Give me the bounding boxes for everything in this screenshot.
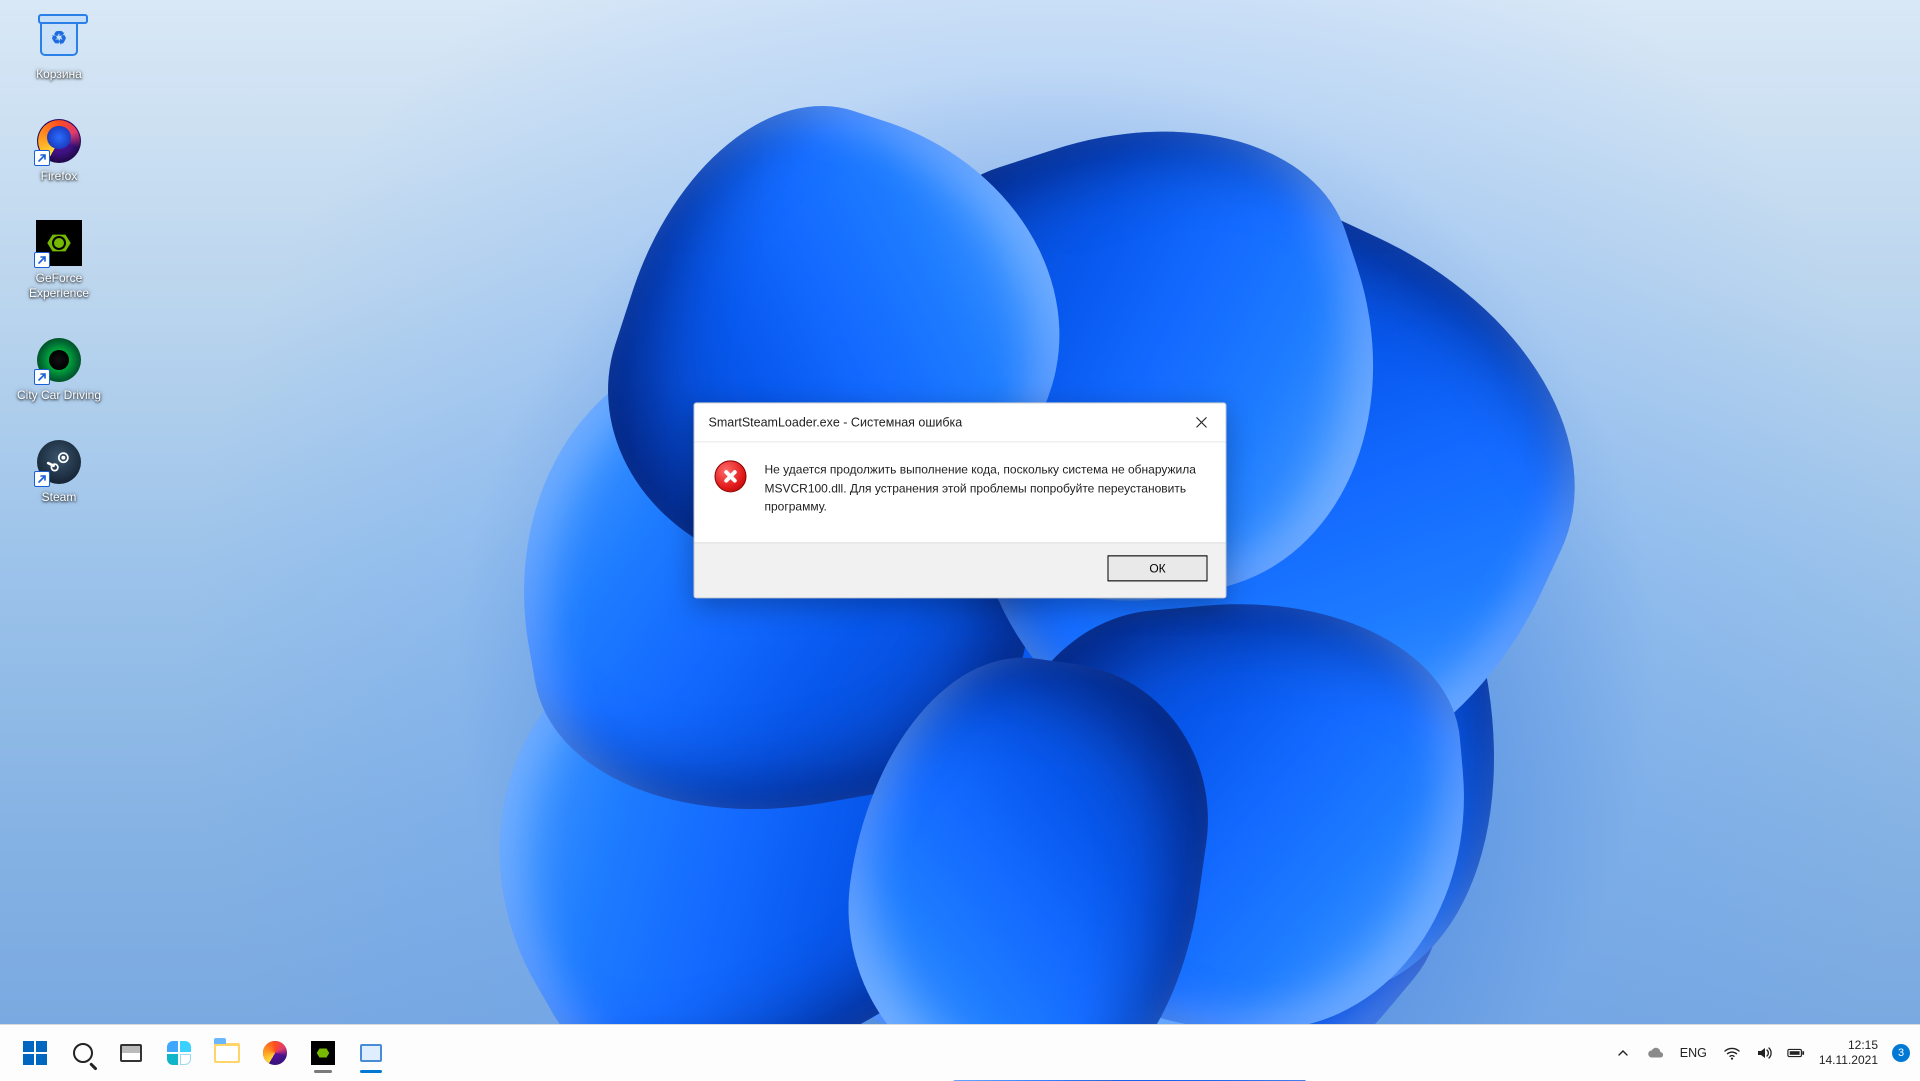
onedrive-tray-button[interactable] <box>1646 1044 1664 1062</box>
battery-icon <box>1787 1046 1805 1060</box>
clock-time: 12:15 <box>1819 1038 1878 1053</box>
speaker-icon <box>1755 1044 1773 1062</box>
wifi-tray-button[interactable] <box>1723 1044 1741 1062</box>
dialog-title-text: SmartSteamLoader.exe - Системная ошибка <box>709 415 963 429</box>
desktop-icons: ♻ Корзина Firefox GeForce Exper <box>14 10 114 535</box>
task-view-button[interactable] <box>109 1031 153 1075</box>
desktop-icon-city-car-driving[interactable]: City Car Driving <box>14 331 104 411</box>
desktop-icon-label: Steam <box>42 490 77 505</box>
folder-icon <box>214 1043 240 1063</box>
search-button[interactable] <box>61 1031 105 1075</box>
volume-tray-button[interactable] <box>1755 1044 1773 1062</box>
shortcut-arrow-icon <box>34 471 50 487</box>
error-dialog: SmartSteamLoader.exe - Системная ошибка … <box>694 402 1227 598</box>
desktop-icon-recycle-bin[interactable]: ♻ Корзина <box>14 10 104 90</box>
start-button[interactable] <box>13 1031 57 1075</box>
taskbar-clock[interactable]: 12:15 14.11.2021 <box>1819 1038 1878 1068</box>
geforce-taskbar-button[interactable] <box>301 1031 345 1075</box>
taskbar-pinned-apps <box>13 1025 393 1081</box>
dialog-footer: ОК <box>695 542 1226 597</box>
desktop-icon-label: Firefox <box>41 169 78 184</box>
shortcut-arrow-icon <box>34 150 50 166</box>
desktop[interactable]: ♻ Корзина Firefox GeForce Exper <box>0 0 1920 1024</box>
window-icon <box>360 1044 382 1062</box>
dialog-message: Не удается продолжить выполнение кода, п… <box>765 460 1202 516</box>
taskbar: ENG 12:15 14.11.2021 3 <box>0 1024 1920 1080</box>
system-tray: ENG 12:15 14.11.2021 3 <box>1614 1025 1910 1081</box>
language-indicator[interactable]: ENG <box>1678 1042 1709 1064</box>
shortcut-arrow-icon <box>34 369 50 385</box>
desktop-icon-geforce-experience[interactable]: GeForce Experience <box>14 214 104 309</box>
notifications-count: 3 <box>1898 1047 1904 1059</box>
file-explorer-button[interactable] <box>205 1031 249 1075</box>
desktop-icon-label: City Car Driving <box>17 388 101 403</box>
widgets-button[interactable] <box>157 1031 201 1075</box>
chevron-up-icon <box>1616 1046 1630 1060</box>
desktop-icon-label: Корзина <box>36 67 82 82</box>
cloud-icon <box>1646 1046 1664 1060</box>
recycle-bin-icon: ♻ <box>40 22 78 56</box>
dialog-body: Не удается продолжить выполнение кода, п… <box>695 441 1226 542</box>
task-view-icon <box>120 1044 142 1062</box>
tray-overflow-button[interactable] <box>1614 1044 1632 1062</box>
dialog-titlebar[interactable]: SmartSteamLoader.exe - Системная ошибка <box>695 403 1226 441</box>
widgets-icon <box>167 1041 191 1065</box>
nvidia-icon <box>311 1041 335 1065</box>
search-icon <box>73 1043 93 1063</box>
windows-logo-icon <box>23 1041 47 1065</box>
running-app-button[interactable] <box>349 1031 393 1075</box>
battery-tray-button[interactable] <box>1787 1044 1805 1062</box>
firefox-icon <box>263 1041 287 1065</box>
wifi-icon <box>1723 1044 1741 1062</box>
desktop-icon-steam[interactable]: Steam <box>14 433 104 513</box>
desktop-icon-firefox[interactable]: Firefox <box>14 112 104 192</box>
desktop-icon-label: GeForce Experience <box>15 271 103 301</box>
clock-date: 14.11.2021 <box>1819 1053 1878 1068</box>
dialog-ok-button[interactable]: ОК <box>1108 555 1208 581</box>
firefox-taskbar-button[interactable] <box>253 1031 297 1075</box>
close-icon <box>1196 416 1208 428</box>
dialog-close-button[interactable] <box>1180 407 1224 437</box>
error-icon <box>715 460 747 492</box>
notifications-button[interactable]: 3 <box>1892 1044 1910 1062</box>
shortcut-arrow-icon <box>34 252 50 268</box>
